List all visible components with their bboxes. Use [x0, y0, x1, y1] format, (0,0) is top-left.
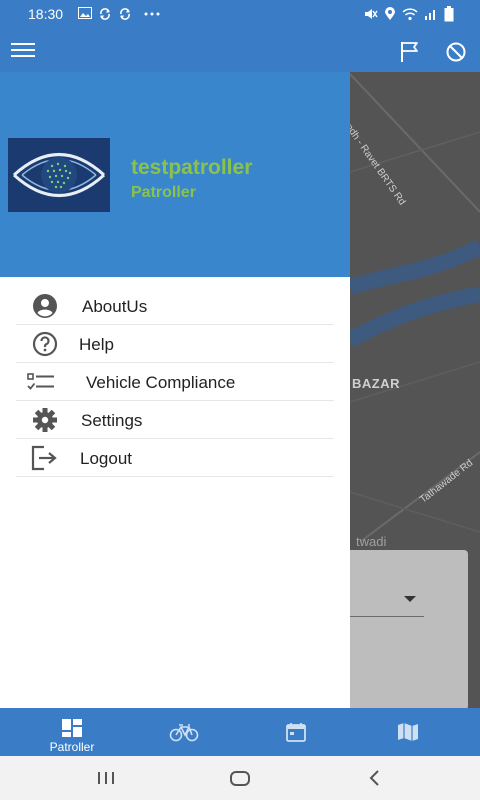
menu-item-label: AboutUs: [82, 297, 148, 316]
block-icon[interactable]: [444, 40, 468, 64]
menu-item-label: Help: [79, 335, 114, 354]
mute-icon: [364, 7, 378, 21]
location-icon: [384, 7, 396, 21]
navigation-drawer: testpatroller Patroller AboutUs Help Veh…: [0, 72, 350, 708]
tab-calendar[interactable]: [246, 708, 346, 756]
user-role: Patroller: [131, 184, 196, 201]
map-place-label: BAZAR: [352, 376, 400, 391]
recents-icon[interactable]: [94, 766, 124, 790]
signal-icon: [424, 7, 438, 21]
menu-item-label: Logout: [80, 449, 132, 468]
menu-item-help[interactable]: Help: [16, 325, 334, 363]
checklist-icon: [26, 369, 56, 395]
app-bar: [0, 28, 480, 72]
home-icon[interactable]: [227, 766, 257, 790]
bottom-nav: Patroller: [0, 708, 480, 756]
tab-bicycle[interactable]: [134, 708, 234, 756]
tab-map[interactable]: [358, 708, 458, 756]
status-time: 18:30: [28, 6, 64, 22]
map-card: [340, 550, 468, 708]
bicycle-icon: [169, 722, 199, 747]
dropdown-arrow-icon[interactable]: [404, 596, 416, 602]
sync-icon: [118, 7, 132, 21]
sync-icon: [98, 7, 112, 21]
user-name: testpatroller: [131, 156, 253, 179]
drawer-header: testpatroller Patroller: [0, 72, 350, 277]
gallery-icon: [78, 7, 92, 21]
logout-icon: [30, 445, 60, 471]
map-place-label: twadi: [356, 534, 387, 549]
map-icon: [397, 722, 419, 747]
account-circle-icon: [30, 293, 60, 319]
tab-label: Patroller: [49, 740, 95, 754]
status-bar: 18:30: [0, 0, 480, 28]
app-logo: [8, 138, 110, 212]
tab-patroller[interactable]: Patroller: [22, 708, 122, 756]
wifi-icon: [402, 7, 418, 21]
menu-icon[interactable]: [10, 40, 38, 62]
dropdown-underline: [348, 616, 424, 617]
battery-icon: [444, 6, 454, 22]
more-dots-icon: [144, 7, 160, 21]
menu-item-label: Settings: [81, 411, 143, 430]
flag-icon[interactable]: [398, 40, 422, 64]
menu-item-aboutus[interactable]: AboutUs: [16, 287, 334, 325]
help-circle-icon: [30, 331, 60, 357]
menu-item-label: Vehicle Compliance: [86, 373, 236, 392]
menu-item-logout[interactable]: Logout: [16, 439, 334, 477]
gear-icon: [30, 407, 60, 433]
back-icon[interactable]: [363, 766, 393, 790]
system-nav-bar: [0, 756, 480, 800]
menu-item-vehicle-compliance[interactable]: Vehicle Compliance: [16, 363, 334, 401]
menu-item-settings[interactable]: Settings: [16, 401, 334, 439]
drawer-menu: AboutUs Help Vehicle Compliance Settings…: [16, 287, 334, 477]
calendar-icon: [285, 722, 307, 747]
